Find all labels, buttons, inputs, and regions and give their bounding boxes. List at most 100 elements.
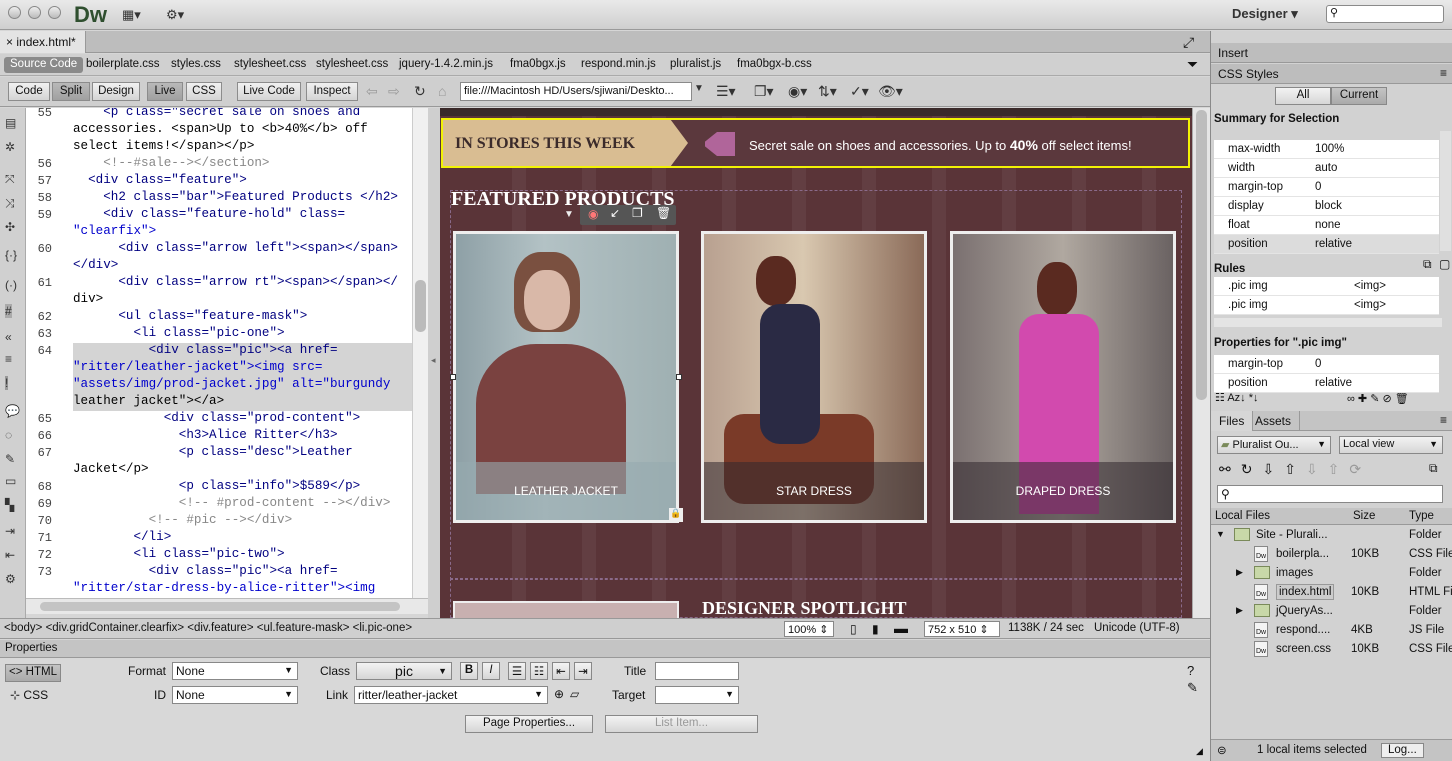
resize-handle[interactable] xyxy=(676,374,682,380)
log-button[interactable]: Log... xyxy=(1381,743,1424,758)
tablet-size-icon[interactable]: ▮ xyxy=(872,622,879,636)
wrap-tag-icon[interactable]: ✎ xyxy=(5,452,15,466)
collapse-selection-icon[interactable]: ⤨ xyxy=(5,196,15,211)
view-select[interactable]: Local view ▼ xyxy=(1339,436,1443,454)
balance-braces-icon[interactable]: (·) xyxy=(5,278,17,292)
propsfor-row[interactable]: margin-top 0 xyxy=(1214,355,1439,374)
view-options-icon[interactable]: ☰▾ xyxy=(716,83,736,100)
col-type[interactable]: Type xyxy=(1409,510,1434,522)
code-line[interactable]: <div class="prod-content"> xyxy=(73,411,361,425)
refresh-icon[interactable]: ↻ xyxy=(414,83,426,100)
format-source-icon[interactable]: ⚙ xyxy=(5,572,16,586)
help-search-input[interactable]: ⚲ xyxy=(1326,5,1444,23)
code-line[interactable]: </div> xyxy=(73,258,118,272)
apply-comment-icon[interactable]: 💬 xyxy=(5,404,20,418)
source-code-button[interactable]: Source Code xyxy=(4,57,84,73)
insert-panel-header[interactable]: Insert xyxy=(1211,43,1452,63)
remove-comment-icon[interactable]: ◌ xyxy=(5,428,12,442)
ordered-list-button[interactable]: ☷ xyxy=(530,662,548,680)
target-select[interactable]: ▼ xyxy=(655,686,739,704)
tab-assets[interactable]: Assets xyxy=(1247,411,1301,431)
zoom-select[interactable]: 100% ⇕ xyxy=(784,621,834,637)
related-file[interactable]: styles.css xyxy=(171,58,221,70)
code-line[interactable]: <h2 class="bar">Featured Products </h2> xyxy=(73,190,398,204)
related-file[interactable]: fma0bgx.js xyxy=(510,58,566,70)
related-file[interactable]: respond.min.js xyxy=(581,58,656,70)
indent-button[interactable]: ⇥ xyxy=(574,662,592,680)
expand-files-icon[interactable]: ⧉ xyxy=(1429,461,1438,476)
lock-icon[interactable]: 🔒 xyxy=(669,508,683,522)
new-window-icon[interactable]: ⧉ xyxy=(1423,257,1432,272)
summary-row[interactable]: display block xyxy=(1214,197,1439,216)
files-search-input[interactable]: ⚲ xyxy=(1217,485,1443,503)
file-row[interactable]: ▼ Site - Plurali... Folder xyxy=(1214,526,1452,545)
code-line[interactable]: <div class="arrow left"><span></span> xyxy=(73,241,398,255)
tab-index-html[interactable]: × index.html* xyxy=(0,31,86,53)
tag-selector[interactable]: <body> <div.gridContainer.clearfix> <div… xyxy=(4,622,412,634)
element-hud[interactable]: ▼ ◉ ↙ ❐ 🗑 xyxy=(564,205,676,225)
related-file[interactable]: jquery-1.4.2.min.js xyxy=(399,58,493,70)
col-name[interactable]: Local Files xyxy=(1215,510,1270,522)
restore-icon[interactable]: ⤢ xyxy=(1183,34,1194,51)
word-wrap-icon[interactable]: ≡ xyxy=(5,352,12,366)
window-size-select[interactable]: 752 x 510 ⇕ xyxy=(924,621,1000,637)
close-window-button[interactable] xyxy=(8,6,21,19)
expand-icon[interactable]: ◢ xyxy=(1196,746,1203,757)
expand-all-icon[interactable]: ✣ xyxy=(5,220,15,234)
hud-trash-icon[interactable]: 🗑 xyxy=(656,206,671,220)
code-line[interactable]: select items!</span></p> xyxy=(73,139,254,153)
related-file[interactable]: stylesheet.css xyxy=(316,58,388,70)
check-out-icon[interactable]: ⇩ xyxy=(1306,461,1328,477)
rules-row[interactable]: .pic img <img> xyxy=(1214,296,1439,315)
desktop-size-icon[interactable]: ▬ xyxy=(894,620,908,636)
code-line[interactable]: "ritter/leather-jacket"><img src= xyxy=(73,360,322,374)
code-line[interactable]: <li class="pic-one"> xyxy=(73,326,284,340)
live-code-button[interactable]: Live Code xyxy=(237,82,301,101)
code-line[interactable]: <div class="feature-hold" class= xyxy=(73,207,345,221)
home-icon[interactable]: ⌂ xyxy=(438,83,446,99)
address-bar[interactable]: file:///Macintosh HD/Users/sjiwani/Deskt… xyxy=(460,82,692,101)
layout-menu-icon[interactable]: ▦▾ xyxy=(122,7,144,22)
site-menu-icon[interactable]: ⚙▾ xyxy=(166,7,188,22)
file-row[interactable]: ▶ jQueryAs... Folder xyxy=(1214,602,1452,621)
hud-dropdown-icon[interactable]: ▼ xyxy=(564,209,574,220)
site-select[interactable]: ▰ Pluralist Ou... ▼ xyxy=(1217,436,1331,454)
summary-row[interactable]: float none xyxy=(1214,216,1439,235)
address-dropdown-icon[interactable]: ▼ xyxy=(694,83,704,94)
workspace-switcher[interactable]: Designer ▾ xyxy=(1232,6,1298,22)
sync-icon[interactable]: ⟳ xyxy=(1349,461,1371,477)
file-row[interactable]: Dw index.html 10KB HTML Fi xyxy=(1214,583,1452,602)
outdent-button[interactable]: ⇤ xyxy=(552,662,570,680)
indent-icon[interactable]: ⇥ xyxy=(5,524,15,538)
multiscreen-icon[interactable]: ❐▾ xyxy=(754,83,774,100)
html-mode-button[interactable]: <> HTML xyxy=(5,664,61,682)
css-mode-button[interactable]: ⊹ CSS xyxy=(10,688,48,702)
file-row[interactable]: Dw boilerpla... 10KB CSS File xyxy=(1214,545,1452,564)
summary-scrollbar[interactable] xyxy=(1440,131,1451,251)
new-rule-icon[interactable]: ✚ xyxy=(1358,393,1367,405)
get-files-icon[interactable]: ⇩ xyxy=(1262,461,1284,477)
code-line[interactable]: "assets/img/prod-jacket.jpg" alt="burgun… xyxy=(73,377,390,391)
highlight-invalid-icon[interactable]: « xyxy=(5,330,12,344)
code-line[interactable]: <!-- #prod-content --></div> xyxy=(73,496,391,510)
product-card-leather-jacket[interactable]: LEATHER JACKET xyxy=(453,231,679,523)
product-card-star-dress[interactable]: STAR DRESS xyxy=(701,231,927,523)
code-line[interactable]: <li class="pic-two"> xyxy=(73,547,284,561)
back-icon[interactable]: ⇦ xyxy=(366,83,378,100)
bold-button[interactable]: B xyxy=(460,662,478,680)
code-line[interactable]: </li> xyxy=(73,530,171,544)
live-view[interactable]: IN STORES THIS WEEK Secret sale on shoes… xyxy=(440,108,1192,618)
help-icon[interactable]: ? xyxy=(1187,663,1194,678)
attach-stylesheet-icon[interactable]: ∞ xyxy=(1347,393,1355,405)
design-view-button[interactable]: Design xyxy=(92,82,140,101)
code-line[interactable]: <!--#sale--></section> xyxy=(73,156,269,170)
link-input[interactable]: ritter/leather-jacket ▼ xyxy=(354,686,548,704)
expand-triangle-icon[interactable]: ▶ xyxy=(1236,605,1243,616)
propsfor-row[interactable]: position relative xyxy=(1214,374,1439,393)
quick-tag-editor-icon[interactable]: ✎ xyxy=(1187,680,1198,696)
summary-row[interactable]: max-width 100% xyxy=(1214,140,1439,159)
related-file[interactable]: boilerplate.css xyxy=(86,58,160,70)
alphabetical-icon[interactable]: Az↓ xyxy=(1227,392,1245,404)
col-size[interactable]: Size xyxy=(1353,510,1375,522)
italic-button[interactable]: I xyxy=(482,662,500,680)
